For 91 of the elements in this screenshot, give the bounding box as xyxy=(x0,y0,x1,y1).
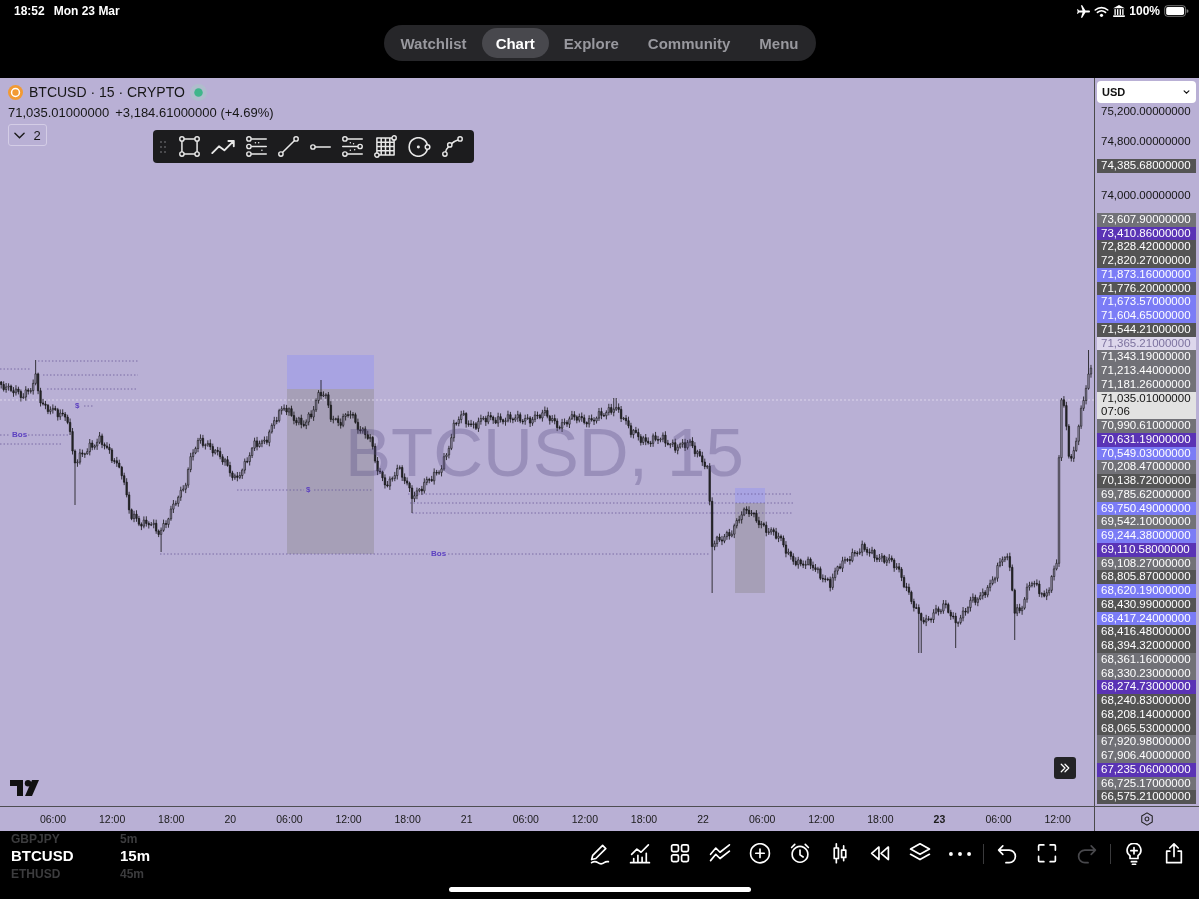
four-squares-icon[interactable] xyxy=(669,843,691,865)
time-label: 20 xyxy=(223,813,238,825)
price-label: 72,828.42000000 xyxy=(1097,240,1196,254)
battery-icon xyxy=(1164,5,1189,17)
status-dot-icon xyxy=(189,83,207,101)
rectangle-icon[interactable] xyxy=(179,136,200,157)
time-label: 12:00 xyxy=(570,813,600,825)
time-label: 06:00 xyxy=(984,813,1013,825)
nav-tab[interactable]: Menu xyxy=(745,28,813,58)
pen-icon[interactable] xyxy=(589,843,611,865)
nav-tab[interactable]: Community xyxy=(633,28,745,58)
status-time: 18:52 xyxy=(14,4,45,18)
chevron-down-icon xyxy=(14,131,26,139)
horizontal-ray-icon[interactable] xyxy=(310,143,331,150)
bar-chart-icon[interactable] xyxy=(629,843,651,865)
symbol-option[interactable]: BTCUSD xyxy=(11,846,74,866)
drag-handle-icon[interactable] xyxy=(160,140,166,153)
curve-icon[interactable] xyxy=(442,136,463,157)
price-label: 71,343.19000000 xyxy=(1097,350,1196,364)
more-icon[interactable] xyxy=(949,852,971,856)
time-label: 22 xyxy=(696,813,710,825)
logo-icon xyxy=(10,780,39,796)
price-label: 68,274.73000000 xyxy=(1097,680,1196,694)
airplane-icon xyxy=(1077,4,1091,18)
price-label: 71,213.44000000 xyxy=(1097,364,1196,378)
nav-tab[interactable]: Watchlist xyxy=(386,28,481,58)
time-label: 18:00 xyxy=(866,813,895,825)
nav-tab[interactable]: Explore xyxy=(549,28,633,58)
building-icon xyxy=(1113,5,1126,17)
price-label: 68,394.32000000 xyxy=(1097,639,1196,653)
nav-tab[interactable]: Chart xyxy=(481,28,549,58)
dotted-lines-icon[interactable] xyxy=(342,136,363,157)
time-label: 12:00 xyxy=(98,813,127,825)
alarm-clock-icon[interactable] xyxy=(789,843,811,865)
price-label: 68,416.48000000 xyxy=(1097,625,1196,639)
status-date: Mon 23 Mar xyxy=(53,4,120,18)
price-label: 71,604.65000000 xyxy=(1097,309,1196,323)
time-label: 18:00 xyxy=(157,813,186,825)
time-label: 06:00 xyxy=(275,813,304,825)
wifi-icon xyxy=(1094,5,1110,17)
time-label: 06:00 xyxy=(511,813,540,825)
price-label: 74,385.68000000 xyxy=(1097,159,1196,173)
price-label: 70,990.61000000 xyxy=(1097,419,1196,433)
currency-select[interactable]: USD xyxy=(1097,81,1196,103)
scroll-to-latest-button[interactable] xyxy=(1054,757,1076,779)
price-label: 70,138.72000000 xyxy=(1097,474,1196,488)
current-price: 71,035.01000000 xyxy=(1101,391,1192,406)
price-label: 67,920.98000000 xyxy=(1097,735,1196,749)
price-tick-label: 74,800.00000000 xyxy=(1100,134,1192,149)
settings-icon[interactable] xyxy=(1140,812,1154,826)
grid-box-icon[interactable] xyxy=(374,135,397,158)
price-label: 73,607.90000000 xyxy=(1097,212,1196,227)
price-label: 66,575.21000000 xyxy=(1097,790,1196,804)
line-segment-icon[interactable] xyxy=(278,136,299,157)
time-label: 06:00 xyxy=(38,813,68,825)
last-price: 71,035.01000000 xyxy=(8,104,110,120)
coin-icon xyxy=(8,84,23,100)
price-tick-label: 75,200.00000000 xyxy=(1100,104,1192,119)
lightbulb-icon[interactable] xyxy=(1123,843,1145,865)
time-label: 18:00 xyxy=(629,813,659,825)
price-label: 70,208.47000000 xyxy=(1097,460,1196,474)
time-label: 23 xyxy=(932,813,947,825)
double-chevron-icon xyxy=(1060,763,1070,773)
trend-arrow-icon[interactable] xyxy=(211,139,235,154)
price-label: 67,906.40000000 xyxy=(1097,749,1196,763)
price-label: 68,240.83000000 xyxy=(1097,694,1196,708)
interval-option[interactable]: 15m xyxy=(120,846,151,866)
circle-icon[interactable] xyxy=(408,136,431,157)
fullscreen-icon[interactable] xyxy=(1036,843,1058,865)
price-label: 71,673.57000000 xyxy=(1097,295,1196,309)
three-lines-icon[interactable] xyxy=(246,136,267,157)
time-label: 12:00 xyxy=(1043,813,1072,825)
time-label: 18:00 xyxy=(393,813,422,825)
undo-icon[interactable] xyxy=(996,843,1018,865)
price-change: +3,184.61000000 (+4.69%) xyxy=(115,104,274,120)
time-label: 06:00 xyxy=(748,813,777,825)
time-label: 21 xyxy=(459,813,474,825)
battery-percent: 100% xyxy=(1129,4,1160,18)
time-label: 12:00 xyxy=(334,813,363,825)
price-label: 69,542.10000000 xyxy=(1097,515,1196,529)
price-tick-label: 74,000.00000000 xyxy=(1100,187,1192,203)
time-label: 12:00 xyxy=(807,813,836,825)
indicators-toggle-button[interactable]: 2 xyxy=(8,124,47,146)
symbol-title: BTCUSD · 15 · CRYPTO xyxy=(29,84,185,100)
share-icon[interactable] xyxy=(1163,843,1185,865)
price-label: 68,620.19000000 xyxy=(1097,584,1196,598)
caret-icon xyxy=(1183,90,1190,94)
price-label: 69,244.38000000 xyxy=(1097,529,1196,543)
countdown-timer: 07:06 xyxy=(1101,405,1131,419)
price-label: 72,820.27000000 xyxy=(1097,254,1196,268)
price-label: 68,805.87000000 xyxy=(1097,570,1196,584)
